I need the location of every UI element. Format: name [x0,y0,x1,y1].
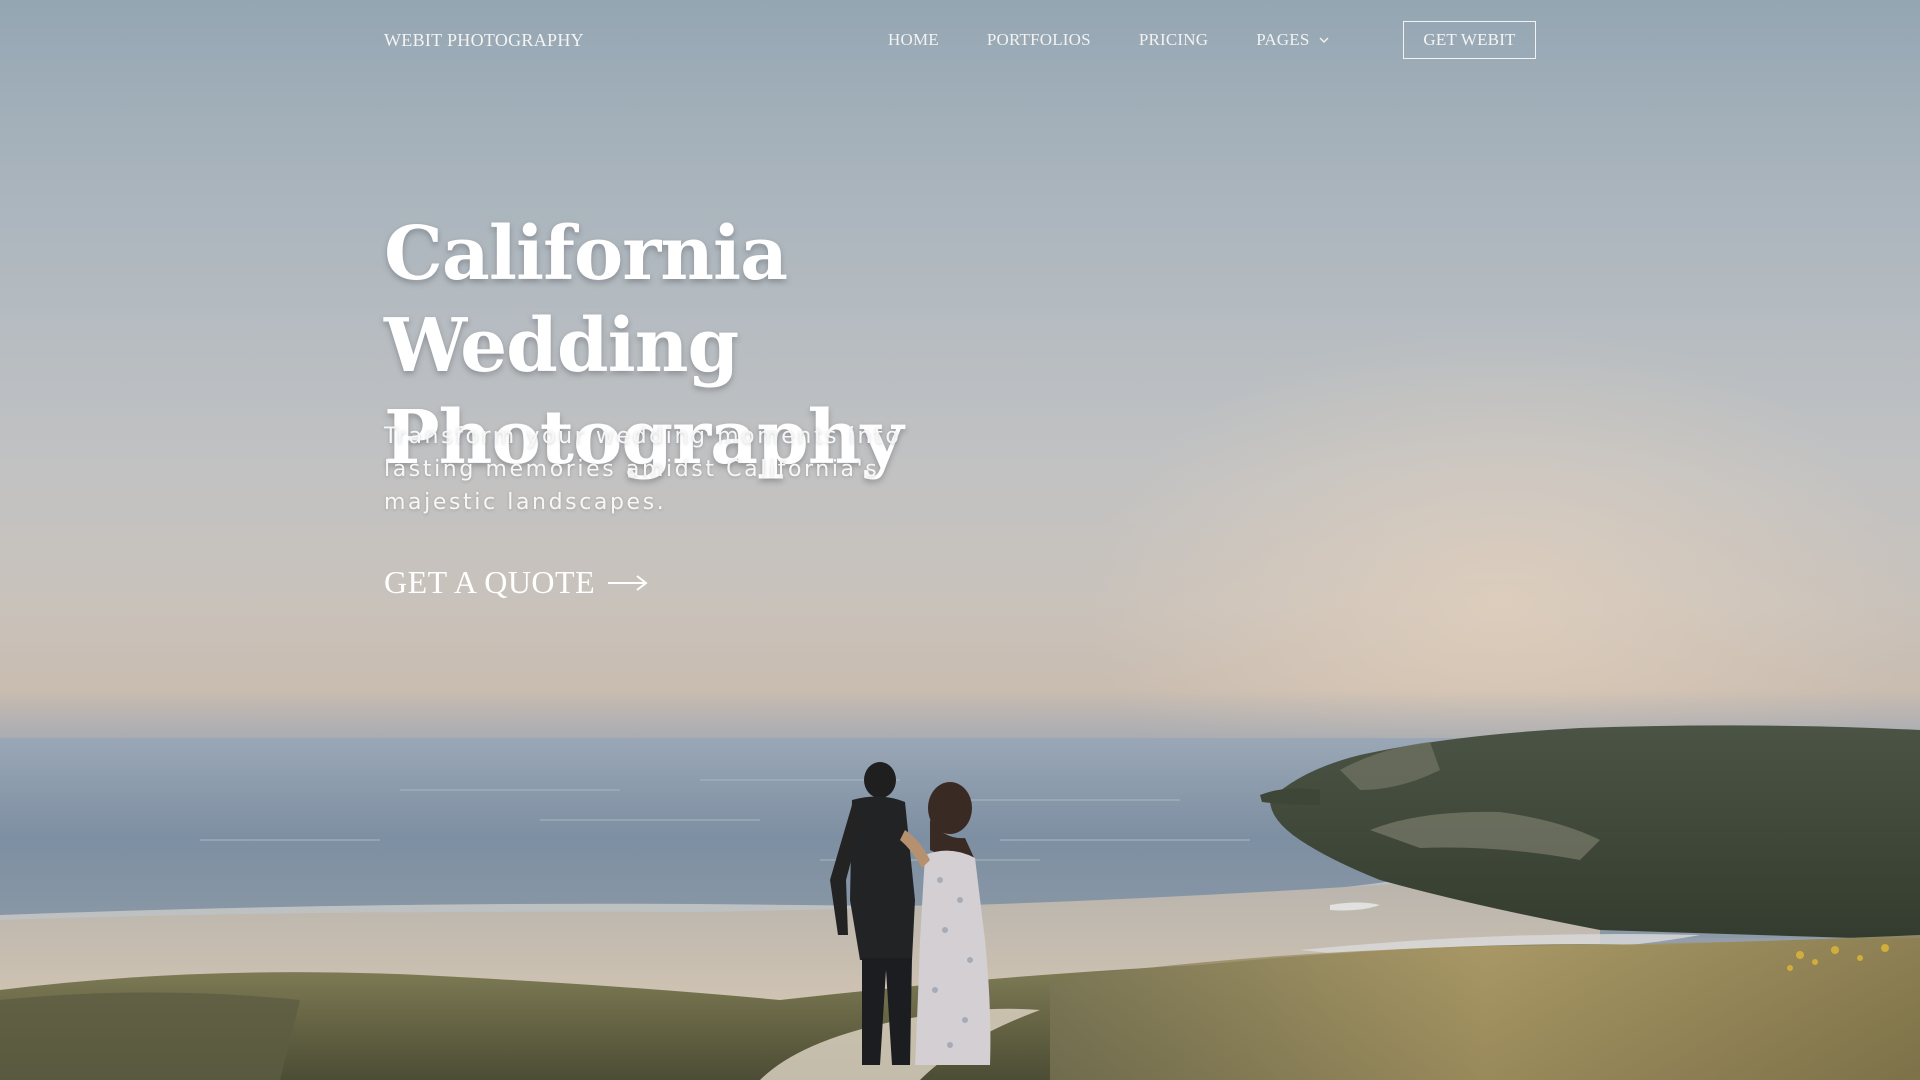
nav-pricing-link[interactable]: PRICING [1139,30,1208,50]
landscape-photo [0,725,1920,1080]
subtext-line-2: lasting memories amidst California's [384,457,880,482]
nav-pages-label: PAGES [1256,30,1310,49]
get-a-quote-link[interactable]: GET A QUOTE [384,564,649,601]
nav-pages-dropdown[interactable]: PAGES [1256,30,1329,50]
arrow-right-icon [608,574,648,591]
get-webit-button[interactable]: GET WEBIT [1403,21,1536,59]
get-a-quote-label: GET A QUOTE [384,564,596,600]
subtext-line-3: majestic landscapes. [384,490,667,515]
main-menu: HOME PORTFOLIOS PRICING PAGES [888,30,1330,50]
hero-background [0,0,1920,1080]
top-navigation: WEBIT PHOTOGRAPHY HOME PORTFOLIOS PRICIN… [0,0,1920,80]
subtext-line-1: Transform your wedding moments into [384,424,902,449]
chevron-down-icon [1319,37,1329,43]
nav-home-link[interactable]: HOME [888,30,939,50]
brand-logo[interactable]: WEBIT PHOTOGRAPHY [384,30,584,51]
hero-subtext: Transform your wedding moments into last… [384,420,984,519]
headline-line-1: California Wedding [384,211,788,389]
nav-portfolios-link[interactable]: PORTFOLIOS [987,30,1091,50]
